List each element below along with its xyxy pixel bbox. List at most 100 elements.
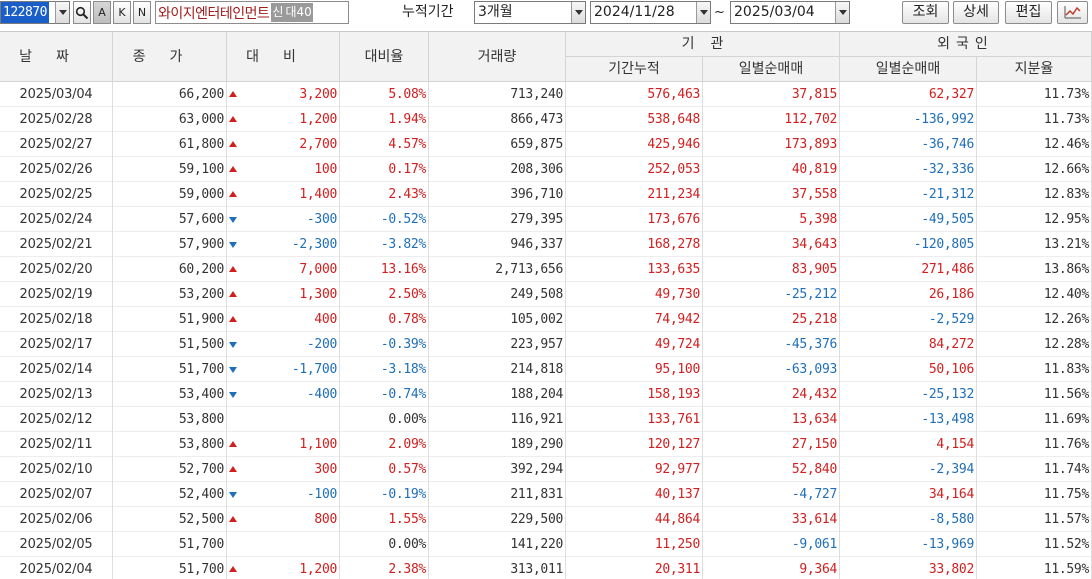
filter-a-button[interactable]: A <box>93 1 111 24</box>
cell-date-value: 2025/02/11 <box>19 437 93 452</box>
cell-inst-daily-net-value: 33,614 <box>791 512 837 527</box>
cell-inst-cumulative: 120,127 <box>566 432 703 457</box>
edit-button[interactable]: 편집 <box>1005 1 1052 24</box>
cell-foreign-daily-net-value: -120,805 <box>913 237 975 252</box>
cell-date-value: 2025/02/04 <box>19 562 93 577</box>
stock-code-input[interactable]: 122870 <box>0 1 70 24</box>
cell-change-value: -2,300 <box>291 237 337 252</box>
cell-close-value: 51,500 <box>178 337 224 352</box>
cell-foreign-daily-net-value: -36,746 <box>921 137 974 152</box>
table-row[interactable]: 2025/02/28 63,000 1,200 1.94% 866,473 538,648… <box>0 107 1092 132</box>
table-row[interactable]: 2025/02/10 52,700 300 0.57% 392,294 92,977 52,… <box>0 457 1092 482</box>
chart-button[interactable] <box>1057 1 1088 24</box>
header-foreign-share[interactable]: 지분율 <box>977 57 1092 82</box>
cell-inst-cumulative-value: 425,946 <box>647 137 700 152</box>
cell-close: 51,500 <box>113 332 227 357</box>
header-inst-daily-net[interactable]: 일별순매매 <box>703 57 840 82</box>
cell-change: 1,200 <box>227 107 340 132</box>
cell-change-rate-value: -3.18% <box>380 362 426 377</box>
search-stock-button[interactable] <box>73 1 91 24</box>
cell-inst-cumulative-value: 211,234 <box>647 187 700 202</box>
cell-change-rate-value: -0.39% <box>380 337 426 352</box>
date-from-input[interactable]: 2024/11/28 <box>590 1 711 24</box>
cell-date-value: 2025/02/28 <box>19 112 93 127</box>
cell-inst-daily-net-value: 9,364 <box>799 562 837 577</box>
cell-close: 53,800 <box>113 432 227 457</box>
table-row[interactable]: 2025/02/05 51,700 0.00% 141,220 11,250 -9,061… <box>0 532 1092 557</box>
cell-volume: 866,473 <box>429 107 566 132</box>
table-row[interactable]: 2025/02/06 52,500 800 1.55% 229,500 44,864 33,… <box>0 507 1092 532</box>
cell-change-rate: -3.18% <box>340 357 429 382</box>
table-row[interactable]: 2025/02/26 59,100 100 0.17% 208,306 252,053 40… <box>0 157 1092 182</box>
date-from-calendar-arrow-icon[interactable] <box>696 2 710 23</box>
table-row[interactable]: 2025/02/21 57,900 -2,300 -3.82% 946,337 168,2… <box>0 232 1092 257</box>
table-row[interactable]: 2025/02/20 60,200 7,000 13.16% 2,713,656 133,… <box>0 257 1092 282</box>
table-row[interactable]: 2025/02/11 53,800 1,100 2.09% 189,290 120,127… <box>0 432 1092 457</box>
header-close[interactable]: 종가 <box>113 32 227 82</box>
cell-foreign-share: 11.52% <box>977 532 1092 557</box>
table-row[interactable]: 2025/02/12 53,800 0.00% 116,921 133,761 13,63… <box>0 407 1092 432</box>
cell-foreign-daily-net-value: -49,505 <box>921 212 974 227</box>
cell-change-rate: -0.39% <box>340 332 429 357</box>
header-volume[interactable]: 거래량 <box>429 32 566 82</box>
query-button[interactable]: 조회 <box>902 1 949 24</box>
cell-inst-daily-net-value: 27,150 <box>791 437 837 452</box>
cell-inst-cumulative-value: 173,676 <box>647 212 700 227</box>
period-dropdown-arrow-icon[interactable] <box>571 2 585 23</box>
header-change[interactable]: 대비 <box>227 32 340 82</box>
cell-change-rate-value: -0.19% <box>380 487 426 502</box>
table-row[interactable]: 2025/02/04 51,700 1,200 2.38% 313,011 20,311 9… <box>0 557 1092 579</box>
cell-close: 53,800 <box>113 407 227 432</box>
cell-inst-cumulative: 20,311 <box>566 557 703 579</box>
cell-foreign-share: 11.69% <box>977 407 1092 432</box>
cell-close: 57,600 <box>113 207 227 232</box>
table-row[interactable]: 2025/02/24 57,600 -300 -0.52% 279,395 173,676… <box>0 207 1092 232</box>
filter-n-button[interactable]: N <box>133 1 151 24</box>
detail-button[interactable]: 상세 <box>953 1 999 24</box>
cell-inst-cumulative-value: 133,761 <box>647 412 700 427</box>
table-row[interactable]: 2025/02/18 51,900 400 0.78% 105,002 74,942 25,… <box>0 307 1092 332</box>
table-row[interactable]: 2025/02/25 59,000 1,400 2.43% 396,710 211,234… <box>0 182 1092 207</box>
cell-change-rate-value: 1.94% <box>388 112 426 127</box>
header-foreign-daily-net[interactable]: 일별순매매 <box>840 57 977 82</box>
cell-change-rate-value: -0.52% <box>380 212 426 227</box>
cell-inst-daily-net-value: -4,727 <box>791 487 837 502</box>
table-row[interactable]: 2025/02/19 53,200 1,300 2.50% 249,508 49,730 -… <box>0 282 1092 307</box>
cell-inst-daily-net-value: 37,815 <box>791 87 837 102</box>
cell-foreign-share: 11.73% <box>977 107 1092 132</box>
cell-date-value: 2025/02/13 <box>19 387 93 402</box>
date-to-calendar-arrow-icon[interactable] <box>835 2 849 23</box>
cell-close: 51,900 <box>113 307 227 332</box>
cell-inst-daily-net-value: 24,432 <box>791 387 837 402</box>
cell-date: 2025/02/17 <box>0 332 113 357</box>
cell-inst-daily-net: 13,634 <box>703 407 840 432</box>
cell-inst-cumulative: 168,278 <box>566 232 703 257</box>
header-date[interactable]: 날짜 <box>0 32 113 82</box>
filter-k-button[interactable]: K <box>113 1 131 24</box>
table-row[interactable]: 2025/02/27 61,800 2,700 4.57% 659,875 425,946… <box>0 132 1092 157</box>
cell-inst-daily-net: 173,893 <box>703 132 840 157</box>
cell-change-rate-value: -0.74% <box>380 387 426 402</box>
up-triangle-icon <box>229 141 237 147</box>
table-row[interactable]: 2025/02/07 52,400 -100 -0.19% 211,831 40,137 -… <box>0 482 1092 507</box>
table-row[interactable]: 2025/02/14 51,700 -1,700 -3.18% 214,818 95,10… <box>0 357 1092 382</box>
cell-close: 52,700 <box>113 457 227 482</box>
cell-inst-cumulative: 158,193 <box>566 382 703 407</box>
header-change-rate[interactable]: 대비율 <box>340 32 429 82</box>
cell-foreign-share-value: 11.74% <box>1043 462 1089 477</box>
cell-change: -2,300 <box>227 232 340 257</box>
cell-close-value: 63,000 <box>178 112 224 127</box>
header-inst-cumulative[interactable]: 기간누적 <box>566 57 703 82</box>
cell-foreign-share-value: 11.52% <box>1043 537 1089 552</box>
table-row[interactable]: 2025/02/13 53,400 -400 -0.74% 188,204 158,193… <box>0 382 1092 407</box>
cell-inst-daily-net-value: -25,212 <box>784 287 837 302</box>
cell-foreign-share-value: 12.46% <box>1043 137 1089 152</box>
table-row[interactable]: 2025/03/04 66,200 3,200 5.08% 713,240 576,463… <box>0 82 1092 107</box>
period-select[interactable]: 3개월 <box>474 1 586 24</box>
cell-date-value: 2025/02/10 <box>19 462 93 477</box>
stock-code-dropdown-arrow-icon[interactable] <box>55 2 69 23</box>
cell-foreign-daily-net: -8,580 <box>840 507 977 532</box>
table-row[interactable]: 2025/02/17 51,500 -200 -0.39% 223,957 49,724 -… <box>0 332 1092 357</box>
cell-date: 2025/02/24 <box>0 207 113 232</box>
date-to-input[interactable]: 2025/03/04 <box>730 1 850 24</box>
